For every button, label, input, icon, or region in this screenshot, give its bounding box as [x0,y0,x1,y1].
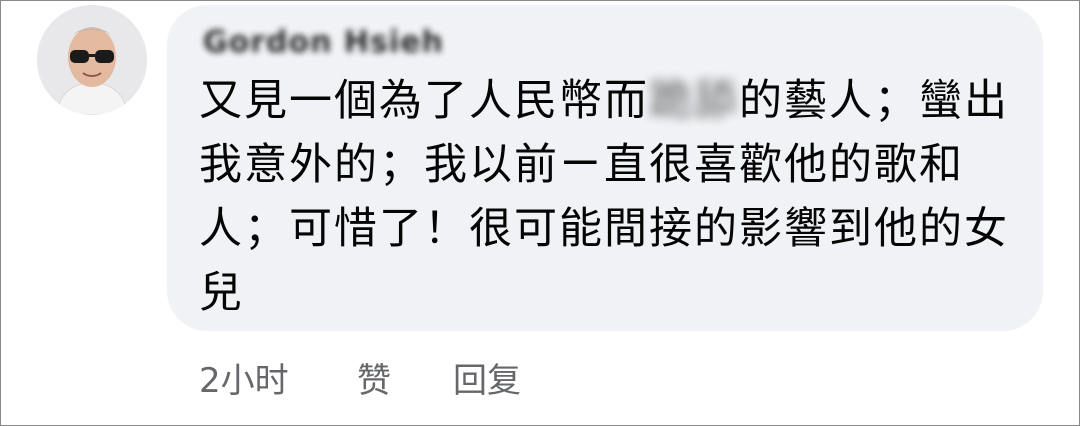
timestamp[interactable]: 2小时 [199,353,289,402]
avatar-photo [37,5,147,115]
comment-text-part: 又見一個為了人民幣而 [199,76,649,126]
comment-line-3: 人；可惜了！很可能間接的影響到他的女 [199,204,1009,254]
comment-text: 又見一個為了人民幣而跪舔的藝人；蠻出 我意外的；我以前ㄧ直很喜歡他的歌和 人；可… [199,69,1019,325]
reply-button[interactable]: 回复 [453,353,521,402]
comment-frame: Gordon Hsieh 又見一個為了人民幣而跪舔的藝人；蠻出 我意外的；我以前… [0,0,1080,426]
comment-line-1: 又見一個為了人民幣而跪舔的藝人；蠻出 [199,69,1019,133]
redacted-text: 跪舔 [649,76,739,126]
comment-line-4: 兒 [199,268,244,318]
comment-line-2: 我意外的；我以前ㄧ直很喜歡他的歌和 [199,140,964,190]
avatar[interactable] [37,5,147,115]
like-button[interactable]: 赞 [357,353,391,402]
comment-text-part: 的藝人；蠻出 [739,76,1009,126]
author-name[interactable]: Gordon Hsieh [203,25,444,60]
